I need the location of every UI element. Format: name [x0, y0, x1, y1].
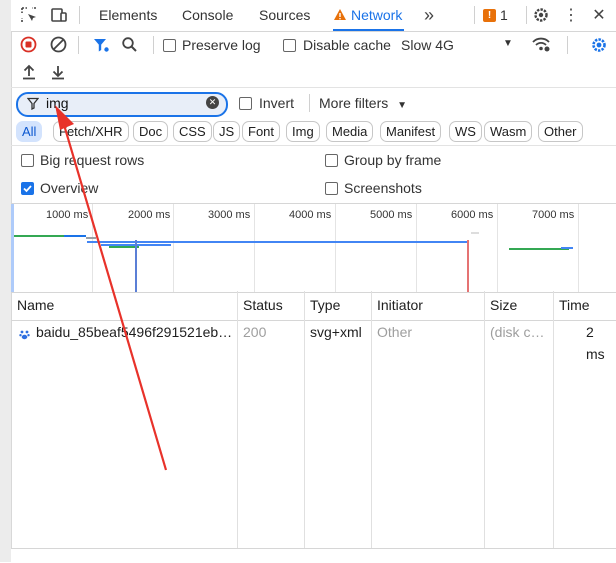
annotation-arrow [55, 105, 168, 471]
